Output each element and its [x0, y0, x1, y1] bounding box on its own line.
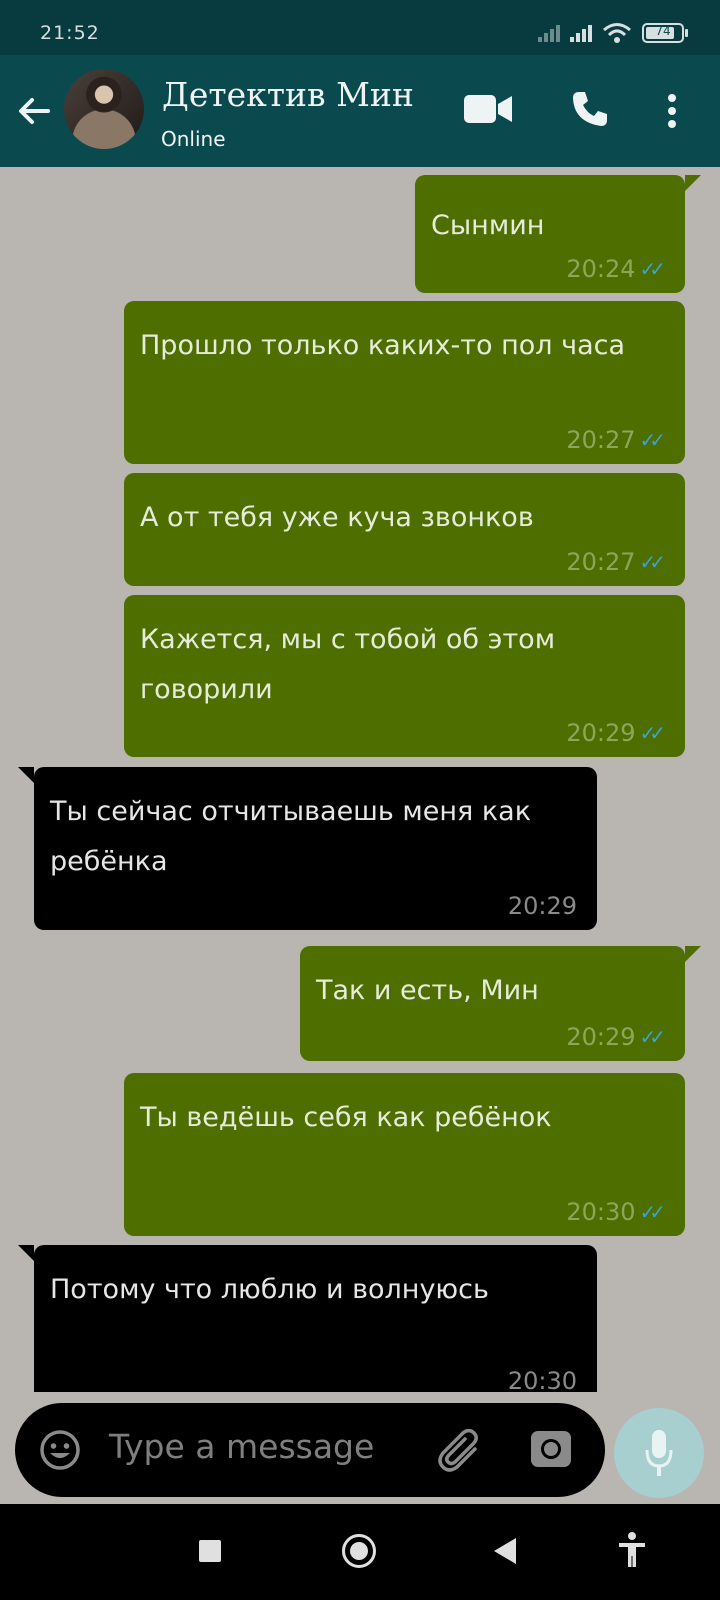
message-text: А от тебя уже куча звонков	[140, 502, 534, 533]
message-list[interactable]: Сынмин 20:24 ✓✓ Прошло только каких-то по…	[0, 167, 720, 1392]
more-vert-icon[interactable]	[666, 93, 678, 129]
signal-icon-sim1	[570, 24, 592, 42]
emoji-icon[interactable]	[39, 1429, 81, 1471]
battery-level: 74	[655, 24, 671, 38]
read-receipt-icon: ✓✓	[639, 550, 665, 574]
battery-icon: 74	[642, 23, 688, 43]
message-bubble-outgoing[interactable]: Сынмин 20:24 ✓✓	[415, 175, 685, 293]
message-bubble-outgoing[interactable]: Ты ведёшь себя как ребёнок 20:30 ✓✓	[124, 1073, 685, 1236]
message-meta: 20:29 ✓✓	[566, 719, 666, 747]
bubble-tail	[685, 946, 701, 962]
message-meta: 20:29	[508, 892, 577, 920]
message-bubble-outgoing[interactable]: Так и есть, Мин 20:29 ✓✓	[300, 946, 685, 1061]
bubble-tail	[18, 1245, 34, 1261]
message-time: 20:30	[507, 1367, 577, 1392]
message-text: Ты ведёшь себя как ребёнок	[140, 1102, 552, 1133]
message-text: Ты сейчас отчитываешь меня как ребёнка	[50, 796, 532, 877]
video-call-icon[interactable]	[464, 93, 512, 125]
message-meta: 20:30 ✓✓	[566, 1198, 666, 1226]
phone-icon[interactable]	[570, 89, 610, 129]
message-meta: 20:27 ✓✓	[566, 426, 666, 454]
message-bubble-incoming[interactable]: Ты сейчас отчитываешь меня как ребёнка 2…	[34, 767, 597, 930]
read-receipt-icon: ✓✓	[639, 257, 665, 281]
read-receipt-icon: ✓✓	[639, 1025, 665, 1049]
back-arrow-icon[interactable]	[14, 91, 54, 131]
wifi-icon	[603, 23, 631, 43]
message-text: Прошло только каких-то пол часа	[140, 330, 626, 361]
message-text: Потому что люблю и волнуюсь	[50, 1274, 489, 1305]
system-nav-bar	[0, 1504, 720, 1600]
message-text: Сынмин	[431, 210, 545, 241]
message-bubble-outgoing[interactable]: А от тебя уже куча звонков 20:27 ✓✓	[124, 473, 685, 586]
read-receipt-icon: ✓✓	[639, 721, 665, 745]
home-button[interactable]	[342, 1534, 376, 1568]
message-meta: 20:27 ✓✓	[566, 548, 666, 576]
message-time: 20:24	[566, 255, 636, 283]
message-composer[interactable]: Type a message	[15, 1403, 605, 1497]
message-time: 20:29	[566, 1023, 636, 1051]
chat-header: Детектив Мин Online	[0, 55, 720, 167]
camera-icon[interactable]	[529, 1427, 573, 1471]
message-bubble-outgoing[interactable]: Кажется, мы с тобой об этом говорили 20:…	[124, 595, 685, 757]
message-text: Так и есть, Мин	[316, 975, 539, 1006]
bubble-tail	[18, 767, 34, 783]
message-time: 20:27	[566, 426, 636, 454]
status-bar: 21:52 74	[0, 0, 720, 55]
bubble-tail	[685, 175, 701, 191]
accessibility-icon[interactable]	[618, 1532, 646, 1568]
recents-button[interactable]	[199, 1540, 221, 1562]
message-bubble-outgoing[interactable]: Прошло только каких-то пол часа 20:27 ✓✓	[124, 301, 685, 464]
back-button[interactable]	[494, 1538, 516, 1564]
read-receipt-icon: ✓✓	[639, 428, 665, 452]
microphone-icon	[645, 1430, 673, 1476]
message-meta: 20:24 ✓✓	[566, 255, 666, 283]
message-meta: 20:29 ✓✓	[566, 1023, 666, 1051]
message-time: 20:30	[566, 1198, 636, 1226]
status-icons: 74	[538, 22, 688, 44]
status-time: 21:52	[40, 22, 100, 44]
contact-status: Online	[161, 127, 226, 151]
signal-icon-sim2	[538, 24, 560, 42]
voice-record-button[interactable]	[614, 1408, 704, 1498]
message-time: 20:29	[507, 892, 577, 920]
attach-icon[interactable]	[437, 1429, 483, 1473]
message-input[interactable]: Type a message	[109, 1427, 374, 1466]
message-meta: 20:30	[508, 1367, 577, 1392]
message-text: Кажется, мы с тобой об этом говорили	[140, 624, 556, 705]
message-time: 20:27	[566, 548, 636, 576]
contact-avatar[interactable]	[64, 69, 144, 149]
message-bubble-incoming[interactable]: Потому что люблю и волнуюсь 20:30	[34, 1245, 597, 1392]
contact-name[interactable]: Детектив Мин	[162, 75, 414, 114]
read-receipt-icon: ✓✓	[639, 1200, 665, 1224]
message-time: 20:29	[566, 719, 636, 747]
